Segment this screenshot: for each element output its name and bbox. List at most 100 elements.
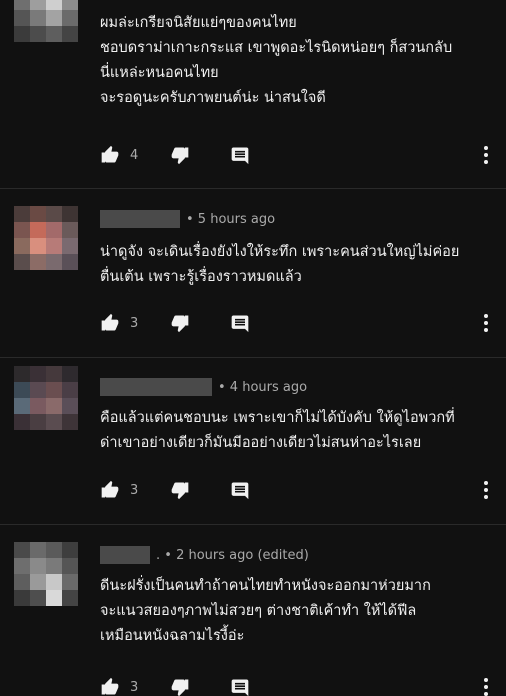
avatar[interactable] xyxy=(14,366,78,430)
comment-text: ผมล่ะเกรียจนิสัยแย่ๆของคนไทย ชอบดราม่าเก… xyxy=(100,11,496,111)
avatar-pixel xyxy=(30,0,46,10)
comment-line: ชอบดราม่าเกาะกระแส เขาพูดอะไรนิดหน่อยๆ ก… xyxy=(100,40,453,56)
avatar-pixel xyxy=(14,10,30,26)
reply-button[interactable] xyxy=(230,480,260,500)
thumb-up-icon xyxy=(101,677,119,695)
avatar-pixel xyxy=(30,558,46,574)
avatar-pixel xyxy=(62,10,78,26)
comment-actions: 3 xyxy=(100,675,260,696)
avatar-pixel xyxy=(14,26,30,42)
author-name[interactable] xyxy=(100,210,180,228)
avatar[interactable] xyxy=(14,0,78,42)
author-name[interactable] xyxy=(100,378,212,396)
comment-timestamp: . • 2 hours ago (edited) xyxy=(156,547,309,563)
dislike-button[interactable] xyxy=(170,480,230,500)
author-name[interactable] xyxy=(100,546,150,564)
thumb-up-icon xyxy=(101,313,119,331)
avatar-pixel xyxy=(14,366,30,382)
avatar-pixel xyxy=(14,558,30,574)
avatar-pixel xyxy=(46,590,62,606)
comment-timestamp: • 5 hours ago xyxy=(186,211,276,227)
avatar-pixel xyxy=(46,382,62,398)
more-vertical-icon xyxy=(484,146,488,164)
avatar-pixel xyxy=(46,558,62,574)
avatar-pixel xyxy=(30,206,46,222)
comment-line: เหมือนหนังฉลามไรงี้อ่ะ xyxy=(100,628,245,644)
avatar-pixel xyxy=(14,574,30,590)
avatar-pixel xyxy=(62,542,78,558)
comment-line: ผมล่ะเกรียจนิสัยแย่ๆของคนไทย xyxy=(100,15,297,31)
like-button[interactable]: 3 xyxy=(100,480,170,500)
more-vertical-icon xyxy=(484,481,488,499)
comment-line: จะรอดูนะครับภาพยนต์น่ะ น่าสนใจดี xyxy=(100,90,326,106)
comment-line: คือแล้วแต่คนชอบนะ เพราะเขาก็ไม่ได้บังคับ… xyxy=(100,410,455,426)
avatar-pixel xyxy=(30,10,46,26)
more-options-button[interactable] xyxy=(478,311,494,335)
comment-text: ดีนะฝรั่งเป็นคนทำถ้าคนไทยทำหนังจะออกมาห่… xyxy=(100,574,496,649)
avatar-pixel xyxy=(30,222,46,238)
avatar-pixel xyxy=(14,542,30,558)
thumb-down-icon xyxy=(171,147,189,165)
dislike-button[interactable] xyxy=(170,313,230,333)
avatar-pixel xyxy=(62,366,78,382)
comment-2: • 5 hours ago น่าดูจัง จะเดินเรื่องยังไง… xyxy=(0,189,506,357)
avatar-pixel xyxy=(46,398,62,414)
like-button[interactable]: 3 xyxy=(100,313,170,333)
avatar-pixel xyxy=(62,558,78,574)
comment-1: ผมล่ะเกรียจนิสัยแย่ๆของคนไทย ชอบดราม่าเก… xyxy=(0,0,506,188)
avatar-pixel xyxy=(14,0,30,10)
comment-timestamp: • 4 hours ago xyxy=(218,379,308,395)
thumb-up-icon xyxy=(101,480,119,498)
thumb-up-icon xyxy=(101,145,119,163)
reply-button[interactable] xyxy=(230,145,260,165)
avatar-pixel xyxy=(62,0,78,10)
avatar-pixel xyxy=(30,382,46,398)
avatar-pixel xyxy=(14,398,30,414)
avatar-pixel xyxy=(30,398,46,414)
avatar-pixel xyxy=(46,0,62,10)
avatar-pixel xyxy=(14,222,30,238)
reply-button[interactable] xyxy=(230,313,260,333)
comment-text: คือแล้วแต่คนชอบนะ เพราะเขาก็ไม่ได้บังคับ… xyxy=(100,406,496,456)
reply-icon xyxy=(231,315,249,333)
avatar-pixel xyxy=(30,26,46,42)
avatar-pixel xyxy=(62,254,78,270)
comment-line: จะแนวสยองๆภาพไม่สวยๆ ต่างชาติเค้าทำ ให้ไ… xyxy=(100,603,417,619)
avatar-pixel xyxy=(46,366,62,382)
like-button[interactable]: 3 xyxy=(100,677,170,696)
more-options-button[interactable] xyxy=(478,675,494,696)
reply-icon xyxy=(231,679,249,696)
more-vertical-icon xyxy=(484,678,488,696)
comment-line: นี่แหล่ะหนอคนไทย xyxy=(100,65,219,81)
reply-icon xyxy=(231,147,249,165)
dislike-button[interactable] xyxy=(170,145,230,165)
avatar-pixel xyxy=(30,366,46,382)
avatar-pixel xyxy=(62,26,78,42)
avatar-pixel xyxy=(62,590,78,606)
more-options-button[interactable] xyxy=(478,143,494,167)
avatar-pixel xyxy=(62,206,78,222)
more-options-button[interactable] xyxy=(478,478,494,502)
avatar[interactable] xyxy=(14,206,78,270)
like-count: 3 xyxy=(130,482,139,498)
like-count: 3 xyxy=(130,315,139,331)
comment-line: ดีนะฝรั่งเป็นคนทำถ้าคนไทยทำหนังจะออกมาห่… xyxy=(100,578,431,594)
dislike-button[interactable] xyxy=(170,677,230,696)
avatar-pixel xyxy=(46,574,62,590)
comment-line: น่าดูจัง จะเดินเรื่องยังไงให้ระทึก เพราะ… xyxy=(100,244,460,260)
comment-text: น่าดูจัง จะเดินเรื่องยังไงให้ระทึก เพราะ… xyxy=(100,240,496,290)
avatar-pixel xyxy=(46,10,62,26)
avatar-pixel xyxy=(46,26,62,42)
avatar-pixel xyxy=(62,222,78,238)
thumb-down-icon xyxy=(171,315,189,333)
reply-icon xyxy=(231,482,249,500)
avatar-pixel xyxy=(14,590,30,606)
more-vertical-icon xyxy=(484,314,488,332)
like-count: 4 xyxy=(130,147,139,163)
avatar[interactable] xyxy=(14,542,78,606)
like-button[interactable]: 4 xyxy=(100,145,170,165)
avatar-pixel xyxy=(46,414,62,430)
reply-button[interactable] xyxy=(230,677,260,696)
avatar-pixel xyxy=(46,542,62,558)
avatar-pixel xyxy=(62,414,78,430)
